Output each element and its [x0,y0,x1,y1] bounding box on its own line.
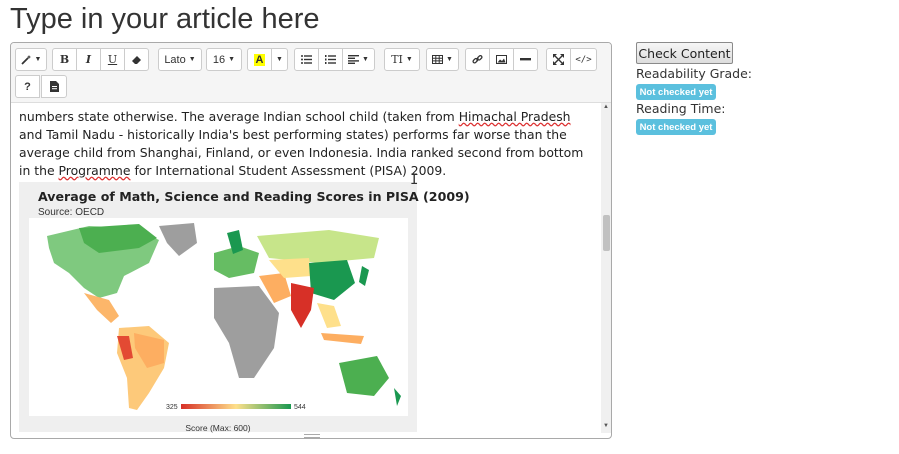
check-content-button[interactable]: Check Content [636,42,733,64]
horizontal-rule-button[interactable] [513,48,538,71]
underline-button[interactable]: U [100,48,125,71]
map-region-india [291,283,314,328]
editor-toolbar: ▼ B I U Lato ▼ 16 ▼ A ▼ ▼ TI ▼ ▼ </> ? [11,43,611,103]
scroll-thumb[interactable] [603,215,610,251]
clear-format-button[interactable] [124,48,149,71]
highlight-color-dropdown[interactable]: ▼ [271,48,288,71]
image-button[interactable] [489,48,514,71]
editor-resize-handle[interactable] [304,434,320,438]
eraser-icon [132,55,141,64]
reading-time-label: Reading Time: [636,101,726,116]
highlight-letter: A [253,53,266,66]
code-view-button[interactable]: </> [570,48,597,71]
page-title: Type in your article here [10,3,320,35]
map-region-new-zealand [394,388,401,406]
document-button[interactable] [41,75,67,98]
legend-color-bar [181,404,291,409]
legend-min: 325 [166,404,178,411]
world-map: 325 544 [29,218,408,416]
scroll-down-arrow[interactable]: ▼ [603,423,609,429]
line-height-icon: TI [391,53,403,66]
horizontal-rule-icon [520,58,531,61]
map-region-japan [359,266,369,286]
font-size-value: 16 [212,53,226,66]
font-size-dropdown[interactable]: 16 ▼ [206,48,242,71]
unordered-list-button[interactable] [294,48,319,71]
map-region-russia [257,230,379,263]
bold-button[interactable]: B [52,48,77,71]
misspelled-word[interactable]: Himachal Pradesh [459,109,571,124]
reading-time-status-badge: Not checked yet [636,119,716,135]
misspelled-word[interactable]: Programme [59,163,131,178]
magic-wand-icon [20,55,31,65]
text-cursor-icon: I [410,172,419,188]
rich-text-editor[interactable]: ▼ B I U Lato ▼ 16 ▼ A ▼ ▼ TI ▼ ▼ </> ? n… [10,42,612,439]
map-region-greenland [159,223,197,256]
ordered-list-icon [325,55,336,64]
readability-status-badge: Not checked yet [636,84,716,100]
document-icon [49,81,59,92]
map-region-mexico [84,293,119,323]
article-image[interactable]: Average of Math, Science and Reading Sco… [19,182,470,433]
align-icon [348,55,360,64]
link-button[interactable] [465,48,490,71]
style-dropdown[interactable]: ▼ [15,48,47,71]
align-dropdown[interactable]: ▼ [342,48,375,71]
ordered-list-button[interactable] [318,48,343,71]
map-region-africa [214,286,279,378]
scroll-up-arrow[interactable]: ▲ [603,104,609,110]
map-region-australia [339,356,389,396]
help-button[interactable]: ? [15,75,40,98]
fullscreen-button[interactable] [546,48,571,71]
font-family-dropdown[interactable]: Lato ▼ [158,48,202,71]
table-dropdown[interactable]: ▼ [426,48,459,71]
article-paragraph: numbers state otherwise. The average Ind… [19,108,593,180]
font-family-value: Lato [164,53,186,66]
line-height-dropdown[interactable]: TI ▼ [384,48,420,71]
readability-label: Readability Grade: [636,66,753,81]
map-region-southeast-asia [317,303,341,328]
table-icon [432,55,444,64]
article-text-3: for International Student Assessment (PI… [130,163,447,178]
image-icon [496,55,507,64]
editor-content[interactable]: numbers state otherwise. The average Ind… [11,103,601,433]
legend-label: Score (Max: 600) [185,423,251,433]
fullscreen-icon [553,54,564,65]
link-icon [472,54,483,64]
legend-max: 544 [294,404,306,411]
italic-button[interactable]: I [76,48,101,71]
unordered-list-icon [301,55,312,64]
article-text-1: numbers state otherwise. The average Ind… [19,109,459,124]
map-region-china [309,260,355,300]
highlight-button[interactable]: A [247,48,272,71]
editor-scrollbar[interactable]: ▲ ▼ [601,103,611,433]
map-region-indonesia [321,333,364,344]
